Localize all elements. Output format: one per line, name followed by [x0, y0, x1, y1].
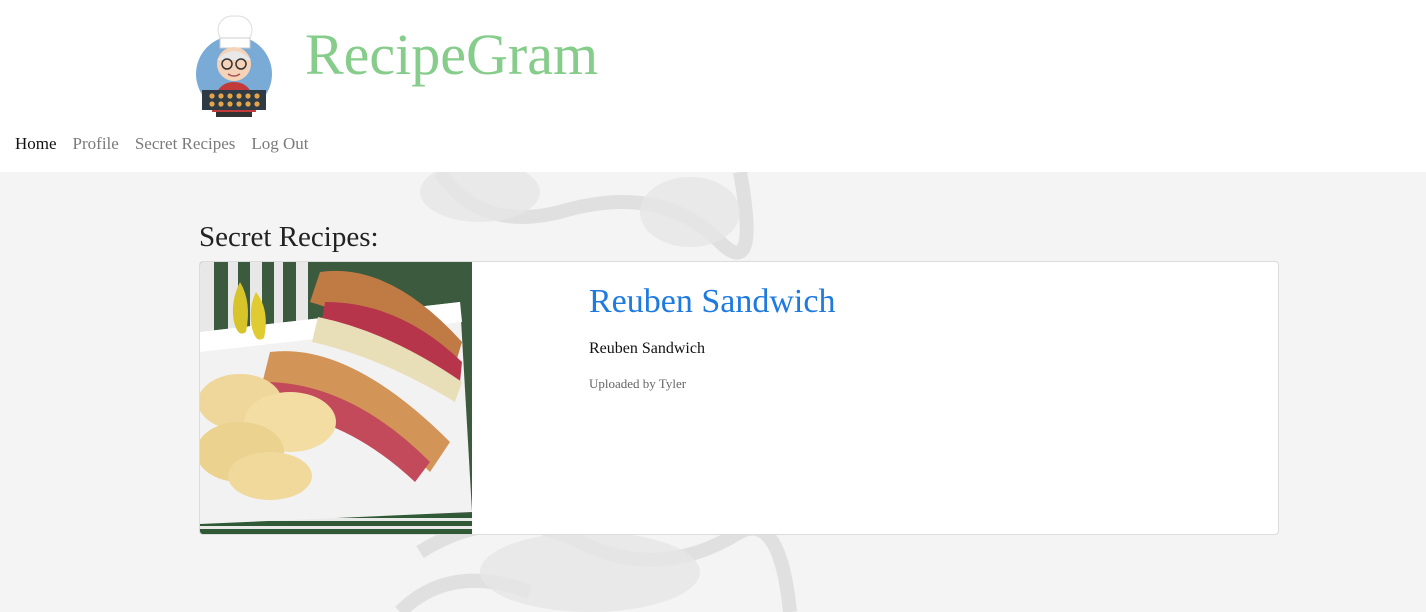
- nav-home[interactable]: Home: [15, 132, 57, 156]
- nav-secret-recipes[interactable]: Secret Recipes: [135, 132, 236, 156]
- recipe-card[interactable]: Reuben Sandwich Reuben Sandwich Uploaded…: [199, 261, 1279, 535]
- recipe-photo[interactable]: [200, 262, 472, 534]
- nav-profile[interactable]: Profile: [73, 132, 119, 156]
- recipe-card-body: Reuben Sandwich Reuben Sandwich Uploaded…: [589, 280, 835, 392]
- recipe-description: Reuben Sandwich: [589, 340, 705, 357]
- chef-grandma-logo-icon[interactable]: [192, 12, 276, 118]
- site-header: RecipeGram Home Profile Secret Recipes L…: [0, 0, 1426, 172]
- nav-log-out[interactable]: Log Out: [251, 132, 308, 156]
- recipe-uploader: Uploaded by Tyler: [589, 376, 687, 391]
- brand-title[interactable]: RecipeGram: [305, 20, 598, 90]
- recipe-title-link[interactable]: Reuben Sandwich: [589, 280, 835, 324]
- page-title: Secret Recipes:: [199, 221, 379, 253]
- main-nav: Home Profile Secret Recipes Log Out: [15, 132, 309, 156]
